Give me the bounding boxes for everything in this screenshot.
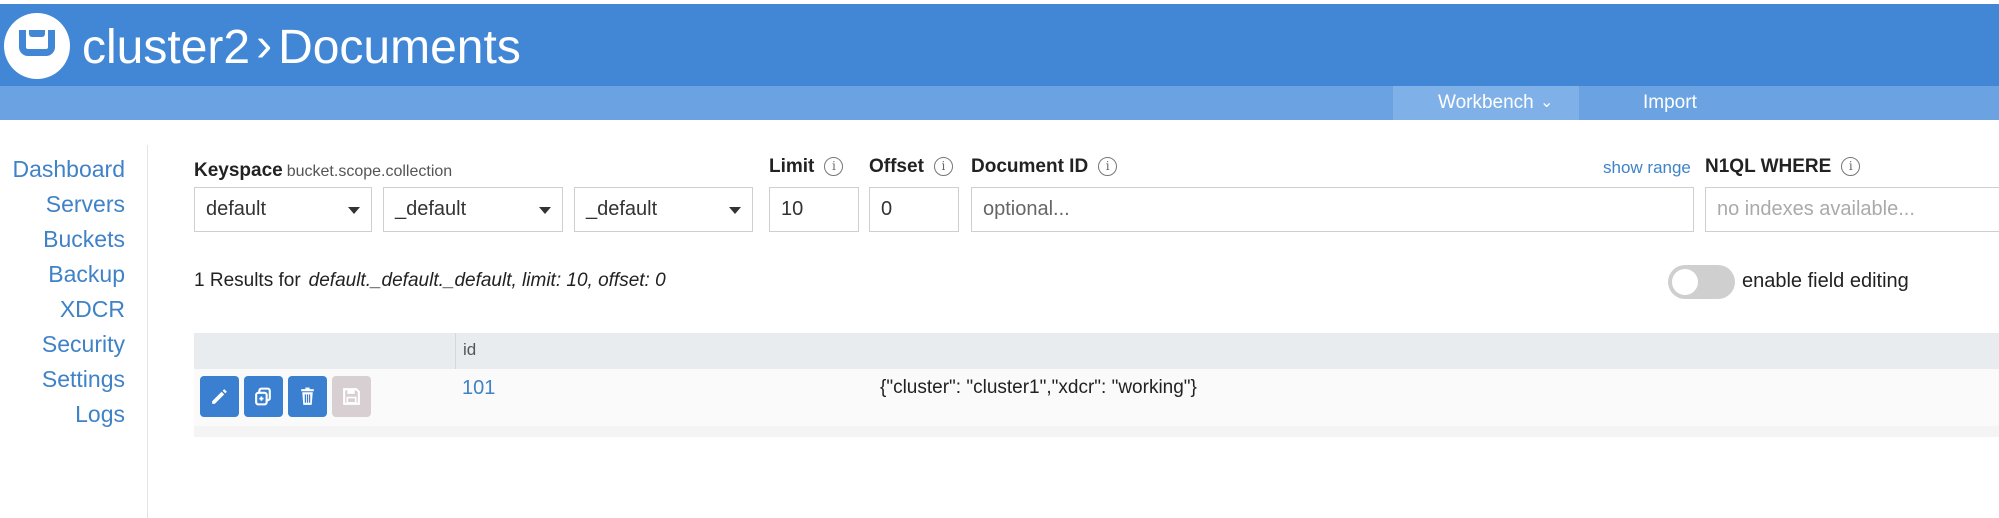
keyspace-label-text: Keyspace: [194, 160, 283, 181]
results-summary: 1 Results for default._default._default, …: [194, 270, 666, 292]
show-range-link[interactable]: show range: [1603, 158, 1691, 178]
caret-down-icon: [348, 207, 360, 214]
copy-icon: [255, 387, 271, 406]
offset-label: Offset i: [869, 156, 953, 178]
n1ql-where-input[interactable]: no indexes available...: [1705, 187, 1999, 232]
app-header: cluster2 › Documents: [0, 4, 1999, 86]
offset-input[interactable]: 0: [869, 187, 959, 232]
n1ql-where-label: N1QL WHERE i: [1705, 156, 1861, 178]
save-button[interactable]: [332, 376, 371, 417]
collection-select[interactable]: _default: [574, 187, 753, 232]
table-row-content: 101 {"cluster": "cluster1","xdcr": "work…: [194, 369, 1999, 426]
results-query: default._default._default, limit: 10, of…: [308, 270, 666, 291]
workbench-label: Workbench: [1438, 92, 1534, 113]
bucket-select[interactable]: default: [194, 187, 372, 232]
document-id-label-text: Document ID: [971, 156, 1089, 177]
sidebar-item-servers[interactable]: Servers: [46, 191, 125, 218]
limit-label: Limit i: [769, 156, 844, 178]
caret-down-icon: [539, 207, 551, 214]
document-value: {"cluster": "cluster1","xdcr": "working"…: [880, 377, 1197, 398]
couchbase-logo-icon[interactable]: [4, 13, 70, 79]
limit-input[interactable]: 10: [769, 187, 859, 232]
sidebar-item-logs[interactable]: Logs: [75, 401, 125, 428]
table-header: id: [194, 333, 1999, 369]
page-title: cluster2 › Documents: [82, 16, 521, 80]
info-icon[interactable]: i: [1098, 157, 1118, 176]
sidebar-item-backup[interactable]: Backup: [48, 261, 125, 288]
results-prefix: 1 Results for: [194, 270, 301, 291]
sidebar-item-buckets[interactable]: Buckets: [43, 226, 125, 253]
scope-select-value: _default: [395, 198, 467, 220]
column-header-id: id: [463, 340, 477, 359]
sidebar-item-xdcr[interactable]: XDCR: [60, 296, 125, 323]
document-id-input[interactable]: optional...: [971, 187, 1694, 232]
breadcrumb-separator-icon: ›: [256, 19, 273, 72]
info-icon[interactable]: i: [824, 157, 844, 176]
sidebar: Dashboard Servers Buckets Backup XDCR Se…: [0, 145, 148, 518]
info-icon[interactable]: i: [1841, 157, 1861, 176]
field-editing-toggle[interactable]: [1668, 265, 1735, 299]
sidebar-item-dashboard[interactable]: Dashboard: [12, 156, 125, 183]
edit-icon: [212, 389, 227, 404]
chevron-down-icon: ⌄: [1540, 94, 1554, 111]
delete-icon: [301, 387, 314, 405]
save-icon: [343, 388, 360, 405]
edit-button[interactable]: [200, 376, 239, 417]
field-editing-label: enable field editing: [1742, 270, 1909, 292]
bucket-select-value: default: [206, 198, 267, 220]
keyspace-label: Keyspace bucket.scope.collection: [194, 160, 452, 182]
sidebar-item-security[interactable]: Security: [42, 331, 125, 358]
collection-select-value: _default: [586, 198, 658, 220]
toggle-knob: [1672, 269, 1698, 295]
table-row: 101 {"cluster": "cluster1","xdcr": "work…: [194, 369, 1999, 437]
document-id-link[interactable]: 101: [462, 377, 495, 400]
section-name: Documents: [278, 21, 521, 74]
caret-down-icon: [729, 207, 741, 214]
n1ql-where-label-text: N1QL WHERE: [1705, 156, 1832, 177]
cluster-name[interactable]: cluster2: [82, 21, 250, 74]
limit-label-text: Limit: [769, 156, 815, 177]
document-id-label: Document ID i: [971, 156, 1118, 178]
column-divider: [455, 333, 456, 369]
workbench-menu[interactable]: Workbench ⌄: [1393, 86, 1579, 120]
delete-button[interactable]: [288, 376, 327, 417]
offset-label-text: Offset: [869, 156, 924, 177]
copy-button[interactable]: [244, 376, 283, 417]
scope-select[interactable]: _default: [383, 187, 563, 232]
keyspace-hint: bucket.scope.collection: [286, 163, 453, 180]
import-tab[interactable]: Import: [1643, 86, 1697, 120]
logo-mark: [19, 30, 55, 56]
sidebar-item-settings[interactable]: Settings: [42, 366, 125, 393]
sub-navigation: Workbench ⌄ Import: [0, 86, 1999, 120]
info-icon[interactable]: i: [933, 157, 953, 176]
